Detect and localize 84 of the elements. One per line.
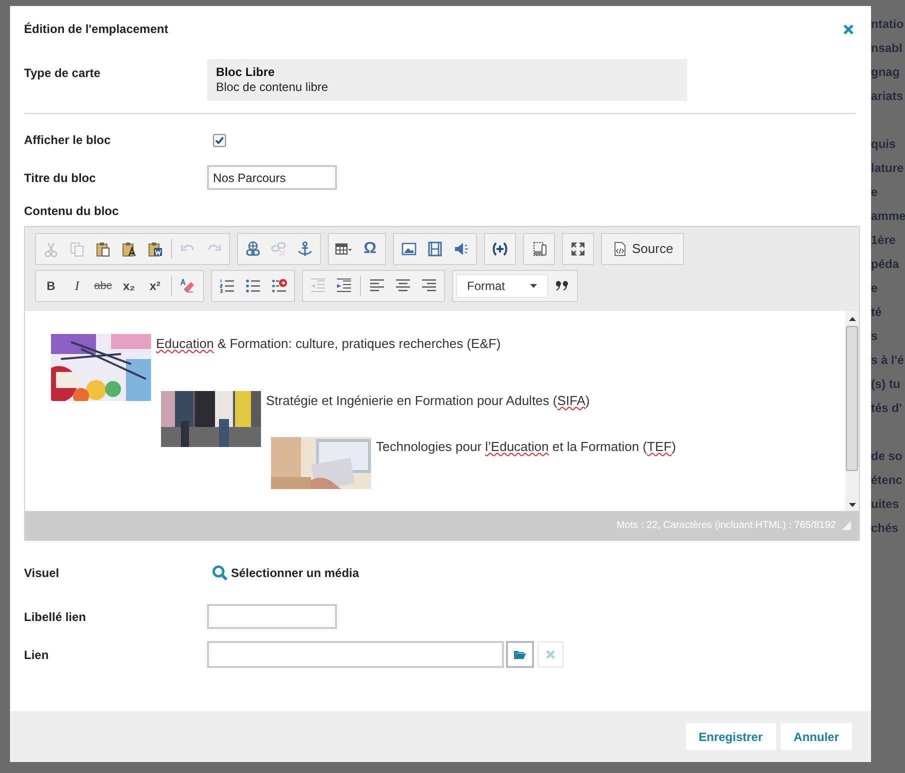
background-text: s (871, 328, 879, 345)
background-text: ariats (871, 88, 904, 105)
browse-button[interactable] (506, 641, 534, 668)
scrollbar[interactable] (845, 311, 859, 511)
background-text: té (871, 304, 883, 321)
align-left-icon (369, 278, 385, 294)
resize-handle-icon[interactable] (842, 521, 851, 530)
align-center-icon (395, 278, 411, 294)
background-text: e (871, 184, 879, 201)
background-text: ntatio (871, 16, 905, 33)
maximize-icon (570, 241, 586, 257)
bold-button[interactable]: B (38, 273, 64, 299)
background-text: péda (871, 256, 900, 273)
field-label: Type de carte (24, 65, 102, 82)
scroll-down-arrow-icon[interactable] (848, 503, 856, 507)
copy-icon (69, 241, 85, 257)
background-text: nsabl (871, 40, 904, 57)
background-text: tés d' (871, 400, 903, 417)
scroll-up-arrow-icon[interactable] (848, 317, 856, 321)
checklist-icon (271, 278, 287, 294)
subscript-button[interactable]: x₂ (116, 273, 142, 299)
link-input[interactable] (207, 641, 504, 668)
placeholder-icon (492, 241, 508, 257)
background-text: chés (871, 520, 900, 537)
close-icon (546, 650, 555, 659)
cancel-button[interactable]: Annuler (780, 723, 852, 750)
scrollbar-thumb[interactable] (846, 326, 858, 471)
field-label: Afficher le bloc (24, 132, 112, 149)
background-text: (s) tu (871, 376, 902, 393)
card-type-description: Bloc de contenu libre (216, 80, 330, 95)
superscript-button[interactable]: x² (142, 273, 168, 299)
paste-text-icon (121, 241, 137, 257)
align-right-icon (421, 278, 437, 294)
search-icon (212, 565, 228, 581)
audio-icon (453, 241, 469, 257)
outdent-icon (310, 278, 326, 294)
special-character-button[interactable]: Ω (357, 236, 383, 262)
background-text: 1ère (871, 232, 897, 249)
paste-word-icon (147, 241, 163, 257)
table-icon (335, 241, 353, 257)
background-text: s à l'é (871, 352, 905, 369)
field-label: Lien (24, 646, 50, 664)
indent-icon (336, 278, 352, 294)
close-button[interactable] (841, 22, 855, 36)
iframe-icon (531, 241, 547, 257)
background-text: gnag (871, 64, 901, 81)
source-icon (612, 241, 628, 257)
background-text: étenc (871, 472, 904, 489)
unlink-icon (271, 241, 287, 257)
italic-button[interactable]: I (64, 273, 90, 299)
background-text: quis (871, 136, 897, 153)
link-label-input[interactable] (207, 604, 337, 629)
source-button[interactable]: Source (604, 236, 682, 262)
eraser-icon (180, 278, 196, 294)
strikethrough-button[interactable]: abc (90, 273, 116, 299)
content-paragraph: Stratégie et Ingénierie en Formation pour Adultes (SIFA) (266, 392, 590, 409)
background-text: lature (871, 160, 905, 177)
caret-icon (530, 284, 537, 288)
card-type-name: Bloc Libre (216, 65, 276, 80)
show-block-checkbox[interactable] (213, 134, 226, 146)
numbered-list-icon (219, 278, 235, 294)
paste-icon (95, 241, 111, 257)
field-label: Libellé lien (24, 608, 88, 626)
background-text: e (871, 280, 879, 297)
save-button[interactable]: Enregistrer (686, 723, 776, 750)
bulleted-list-icon (245, 278, 261, 294)
cut-icon (43, 241, 59, 257)
field-label: Visuel (24, 565, 60, 582)
format-dropdown[interactable]: Format (456, 274, 548, 298)
field-label: Contenu du bloc (24, 203, 120, 220)
link-icon (245, 241, 261, 257)
video-icon (427, 241, 443, 257)
content-paragraph: Education & Formation: culture, pratiques recherches (E&F) (156, 335, 501, 352)
content-paragraph: Technologies pour l’Education et la Formation (TEF) (376, 438, 676, 455)
dialog-title: Édition de l'emplacement (24, 21, 168, 38)
field-label: Titre du bloc (24, 170, 97, 186)
background-text: uites (871, 496, 900, 513)
title-input[interactable]: Nos Parcours (207, 165, 337, 190)
background-text: amme (871, 208, 905, 225)
folder-icon (514, 650, 526, 659)
anchor-icon (297, 241, 313, 257)
image-icon (401, 241, 417, 257)
background-text: de so (871, 448, 904, 465)
select-media-link[interactable]: Sélectionner un média (212, 564, 360, 582)
